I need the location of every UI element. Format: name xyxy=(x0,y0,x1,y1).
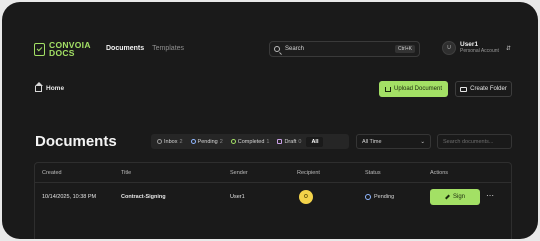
page-title: Documents xyxy=(35,133,117,150)
user-menu[interactable]: U User1 Personal Account ⇵ xyxy=(442,41,511,55)
avatar: U xyxy=(442,41,456,55)
clock-icon xyxy=(190,139,196,144)
tab-pending[interactable]: Pending 2 xyxy=(188,137,226,147)
col-recipient: Recipient xyxy=(297,170,320,176)
tab-inbox[interactable]: Inbox 2 xyxy=(154,137,186,147)
status-badge: Pending xyxy=(365,194,394,200)
folder-plus-icon xyxy=(460,86,468,92)
cell-sender: User1 xyxy=(230,194,245,200)
col-actions: Actions xyxy=(430,170,449,176)
home-icon xyxy=(35,82,43,92)
app-window: CONVOIA DOCS Documents Templates Search … xyxy=(2,2,538,239)
search-icon xyxy=(274,46,280,52)
search-shortcut: Ctrl+K xyxy=(394,45,415,53)
create-folder-button[interactable]: Create Folder xyxy=(455,81,512,97)
main-nav: Documents Templates xyxy=(106,45,184,52)
tab-all[interactable]: All xyxy=(306,136,324,147)
sign-button[interactable]: Sign xyxy=(430,189,480,205)
check-circle-icon xyxy=(230,139,236,144)
more-options-icon[interactable]: ⋯ xyxy=(486,191,495,200)
logo-check-icon xyxy=(34,42,45,56)
inbox-icon xyxy=(157,139,162,144)
col-title: Title xyxy=(121,170,132,176)
user-name: User1 xyxy=(460,41,479,48)
cell-title[interactable]: Contract-Signing xyxy=(121,194,166,200)
global-search[interactable]: Search Ctrl+K xyxy=(269,41,420,57)
time-range-select[interactable]: All Time ⌄ xyxy=(356,134,431,149)
breadcrumb-home: Home xyxy=(46,84,65,92)
logo-text-line2: DOCS xyxy=(49,48,75,58)
table-row[interactable]: 10/14/2025, 10:38 PM Contract-Signing Us… xyxy=(35,184,511,211)
tab-draft[interactable]: Draft 0 xyxy=(274,137,304,147)
col-sender: Sender xyxy=(230,170,248,176)
upload-document-button[interactable]: Upload Document xyxy=(379,81,448,97)
chevron-down-icon: ⌄ xyxy=(420,138,425,145)
search-label: Search xyxy=(285,46,305,52)
breadcrumb[interactable]: Home xyxy=(35,82,65,92)
documents-table: Created Title Sender Recipient Status Ac… xyxy=(34,162,512,239)
logo[interactable]: CONVOIA DOCS xyxy=(34,41,91,57)
draft-file-icon xyxy=(277,139,283,144)
chevron-updown-icon: ⇵ xyxy=(505,45,511,52)
search-documents-input[interactable]: Search documents... xyxy=(437,134,512,149)
table-header: Created Title Sender Recipient Status Ac… xyxy=(35,163,511,183)
clock-icon xyxy=(365,194,371,200)
col-status: Status xyxy=(365,170,381,176)
cell-created: 10/14/2025, 10:38 PM xyxy=(42,194,97,200)
tab-completed[interactable]: Completed 1 xyxy=(228,137,273,147)
user-role: Personal Account xyxy=(460,48,499,54)
col-created: Created xyxy=(42,170,62,176)
recipient-avatar: O xyxy=(299,190,313,204)
pen-icon xyxy=(445,194,450,200)
status-filter-tabs: Inbox 2 Pending 2 Completed 1 Draft 0 Al… xyxy=(151,134,349,149)
upload-icon xyxy=(384,86,391,92)
nav-templates[interactable]: Templates xyxy=(152,45,184,52)
nav-documents[interactable]: Documents xyxy=(106,45,144,52)
